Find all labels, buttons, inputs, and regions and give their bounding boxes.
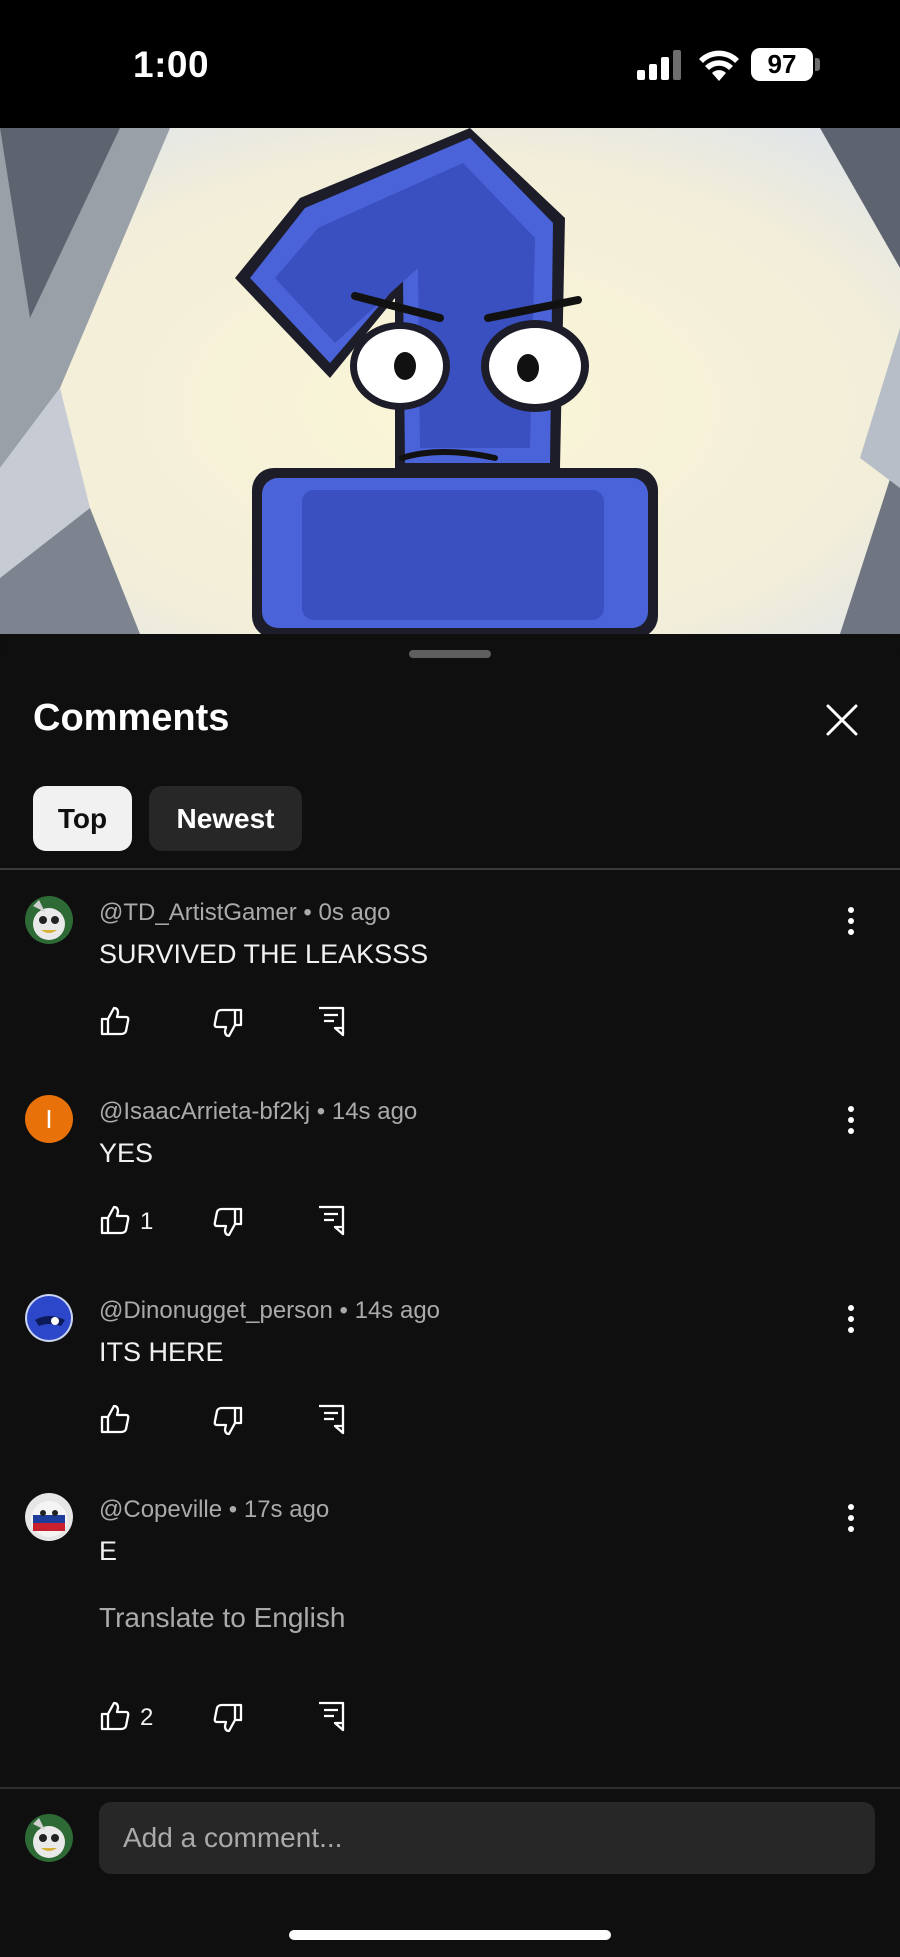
more-options-icon[interactable]	[838, 901, 864, 941]
drag-handle[interactable]	[409, 650, 491, 658]
flag-ball-avatar-icon	[25, 1493, 73, 1541]
dislike-icon[interactable]	[212, 1206, 244, 1238]
video-player[interactable]	[0, 128, 900, 634]
reply-icon[interactable]	[315, 1403, 347, 1435]
avatar[interactable]	[25, 896, 73, 944]
like-icon[interactable]	[99, 1700, 131, 1732]
like-icon[interactable]	[99, 1005, 131, 1037]
tab-newest[interactable]: Newest	[149, 786, 302, 851]
comments-title: Comments	[33, 697, 230, 739]
like-icon[interactable]	[99, 1403, 131, 1435]
video-frame-character	[0, 128, 900, 634]
more-options-icon[interactable]	[838, 1100, 864, 1140]
reply-icon[interactable]	[315, 1005, 347, 1037]
like-count: 1	[140, 1208, 154, 1235]
comment-text: ITS HERE	[99, 1337, 224, 1367]
comment-author[interactable]: @IsaacArrieta-bf2kj	[99, 1098, 310, 1125]
meta-separator: •	[316, 1098, 326, 1125]
more-options-icon[interactable]	[838, 1299, 864, 1339]
comment-time: 14s ago	[331, 1098, 418, 1125]
avatar-letter: I	[45, 1103, 53, 1134]
cartoon-avatar-icon	[25, 896, 73, 944]
dislike-icon[interactable]	[212, 1007, 244, 1039]
tab-newest-label: Newest	[176, 802, 275, 834]
comment-author[interactable]: @Copeville	[99, 1496, 222, 1523]
like-icon[interactable]	[99, 1204, 131, 1236]
add-comment-input[interactable]: Add a comment...	[99, 1802, 875, 1874]
like-count: 2	[140, 1704, 154, 1731]
status-bar: 1:00 97	[0, 0, 900, 128]
dislike-icon[interactable]	[212, 1702, 244, 1734]
comment-text: E	[99, 1536, 118, 1566]
comment-time: 0s ago	[318, 899, 391, 926]
avatar[interactable]	[25, 1294, 73, 1342]
home-indicator[interactable]	[289, 1930, 611, 1940]
battery-level: 97	[767, 49, 797, 79]
comment-author[interactable]: @TD_ArtistGamer	[99, 899, 297, 926]
dislike-icon[interactable]	[212, 1405, 244, 1437]
status-time: 1:00	[133, 44, 210, 85]
avatar[interactable]	[25, 1493, 73, 1541]
comment-author[interactable]: @Dinonugget_person	[99, 1297, 333, 1324]
cellular-signal-icon	[637, 50, 681, 80]
tab-top[interactable]: Top	[33, 786, 132, 851]
current-user-avatar	[25, 1814, 73, 1862]
comment-meta: @TD_ArtistGamer • 0s ago	[99, 899, 391, 927]
meta-separator: •	[228, 1496, 238, 1523]
divider	[0, 868, 900, 870]
translate-link[interactable]: Translate to English	[99, 1602, 345, 1634]
tab-top-label: Top	[57, 802, 108, 834]
comment-time: 17s ago	[243, 1496, 330, 1523]
wifi-icon	[699, 50, 739, 81]
comment-text: YES	[99, 1138, 154, 1168]
composer-divider	[0, 1787, 900, 1789]
battery-indicator: 97	[751, 48, 813, 81]
reply-icon[interactable]	[315, 1204, 347, 1236]
blue-ball-avatar-icon	[25, 1294, 73, 1342]
meta-separator: •	[303, 899, 312, 926]
comment-meta: @Copeville • 17s ago	[99, 1496, 329, 1524]
comment-time: 14s ago	[354, 1297, 441, 1324]
more-options-icon[interactable]	[838, 1498, 864, 1538]
meta-separator: •	[339, 1297, 348, 1324]
comments-sheet	[0, 634, 900, 1957]
avatar[interactable]: I	[25, 1095, 73, 1143]
battery-tip	[815, 58, 820, 71]
reply-icon[interactable]	[315, 1700, 347, 1732]
comment-text: SURVIVED THE LEAKSSS	[99, 939, 429, 969]
comment-meta: @IsaacArrieta-bf2kj • 14s ago	[99, 1098, 417, 1126]
cartoon-avatar-icon	[25, 1814, 73, 1862]
close-icon[interactable]	[822, 700, 862, 740]
comment-meta: @Dinonugget_person • 14s ago	[99, 1297, 440, 1325]
